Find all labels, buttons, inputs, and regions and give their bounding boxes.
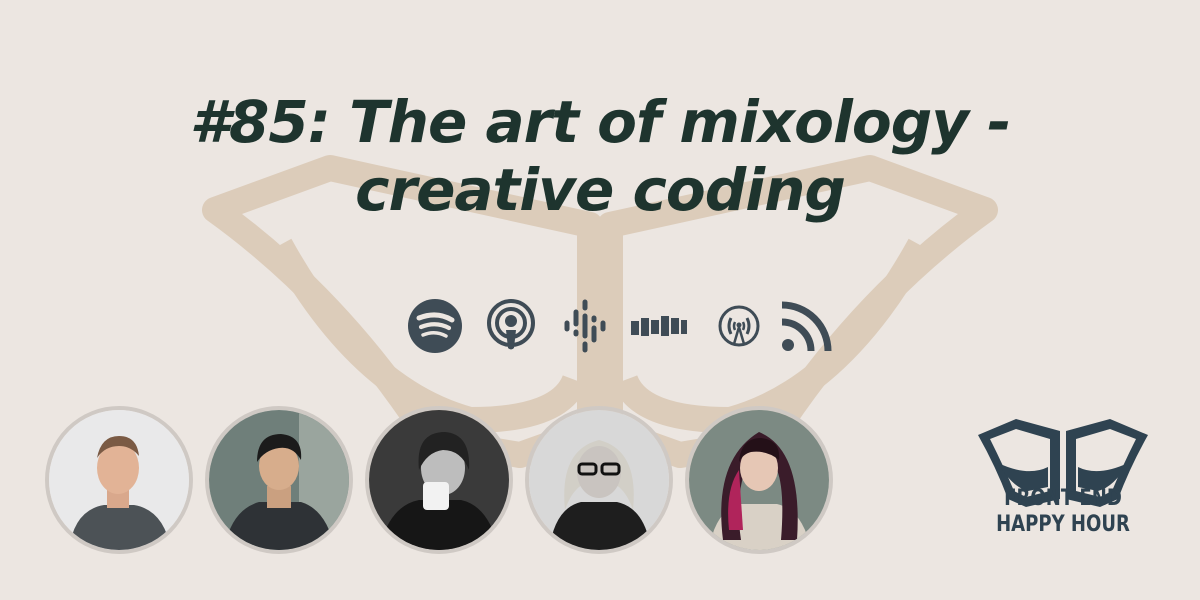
stitcher-icon[interactable] xyxy=(629,296,689,356)
google-podcasts-icon[interactable] xyxy=(555,296,615,356)
brand-line-1: FRONT END xyxy=(1004,486,1122,511)
apple-podcasts-icon[interactable] xyxy=(481,296,541,356)
brand-wordmark: FRONT END HAPPY HOUR xyxy=(985,486,1141,538)
host-avatar-2 xyxy=(205,406,353,554)
host-avatar-5 xyxy=(685,406,833,554)
overcast-icon[interactable] xyxy=(709,296,769,356)
host-avatar-4 xyxy=(525,406,673,554)
host-avatar-1 xyxy=(45,406,193,554)
brand-line-2: HAPPY HOUR xyxy=(996,512,1130,537)
spotify-icon[interactable] xyxy=(405,296,465,356)
episode-title: #85: The art of mixology - creative codi… xyxy=(189,88,1012,224)
rss-icon[interactable] xyxy=(777,296,837,356)
host-avatar-3 xyxy=(365,406,513,554)
